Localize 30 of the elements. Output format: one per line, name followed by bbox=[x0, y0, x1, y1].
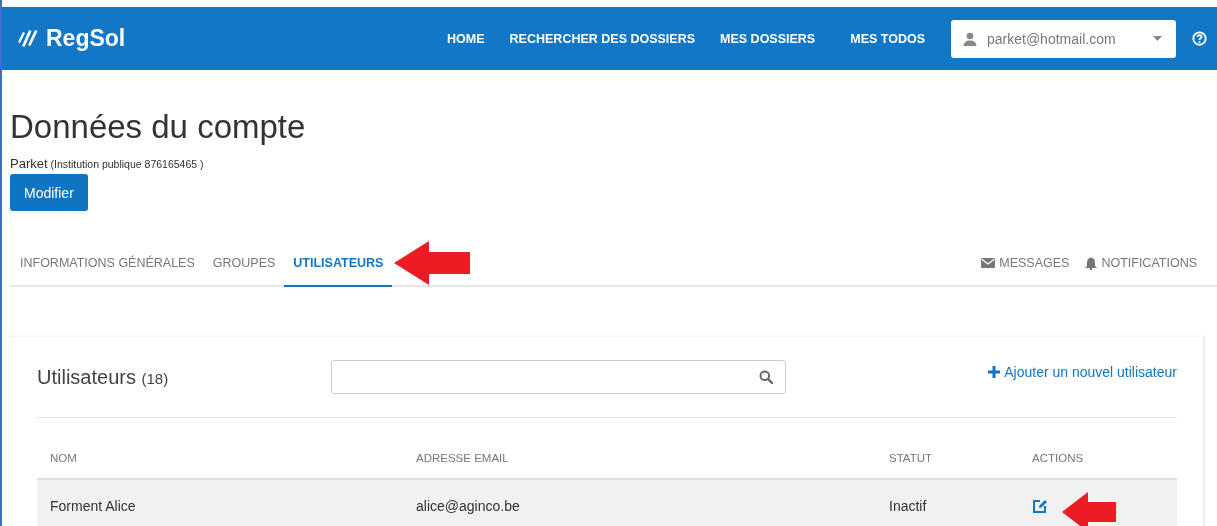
logo-text: RegSol bbox=[46, 25, 126, 52]
side-link[interactable]: NOTIFICATIONS bbox=[1085, 256, 1197, 270]
nav-link[interactable]: MES TODOS bbox=[850, 31, 925, 46]
table-cell: Forment Alice bbox=[50, 498, 136, 514]
table-cell: alice@aginco.be bbox=[416, 498, 520, 514]
help-icon[interactable] bbox=[1192, 31, 1207, 46]
edit-icon[interactable] bbox=[1032, 498, 1048, 514]
caret-icon bbox=[1153, 36, 1162, 41]
tab[interactable]: UTILISATEURS bbox=[284, 241, 393, 287]
side-link[interactable]: MESSAGES bbox=[981, 256, 1070, 270]
bell-icon bbox=[1085, 256, 1098, 270]
tab[interactable]: INFORMATIONS GÉNÉRALES bbox=[10, 241, 204, 287]
nav-link[interactable]: MES DOSSIERS bbox=[720, 31, 816, 46]
add-user-link[interactable]: Ajouter un nouvel utilisateur bbox=[988, 364, 1177, 380]
mail-icon bbox=[981, 258, 996, 268]
tab[interactable]: GROUPES bbox=[203, 241, 285, 287]
user-menu[interactable]: parket@hotmail.com bbox=[951, 19, 1176, 58]
page-title: Données du compte bbox=[10, 108, 307, 146]
plus-icon bbox=[988, 366, 1001, 378]
table-cell: Inactif bbox=[889, 498, 927, 514]
account-detail: (Institution publique 876165465 ) bbox=[50, 158, 204, 170]
nav-link[interactable]: HOME bbox=[447, 31, 485, 46]
account-name: Parket bbox=[10, 156, 48, 171]
edit-button[interactable]: Modifier bbox=[10, 174, 88, 211]
annotation-arrow bbox=[1062, 492, 1116, 526]
search-icon bbox=[759, 370, 773, 384]
search-field[interactable] bbox=[331, 360, 786, 394]
user-icon bbox=[963, 31, 977, 46]
section-title: Utilisateurs (18) bbox=[37, 365, 170, 389]
nav-link[interactable]: RECHERCHER DES DOSSIERS bbox=[509, 31, 696, 46]
